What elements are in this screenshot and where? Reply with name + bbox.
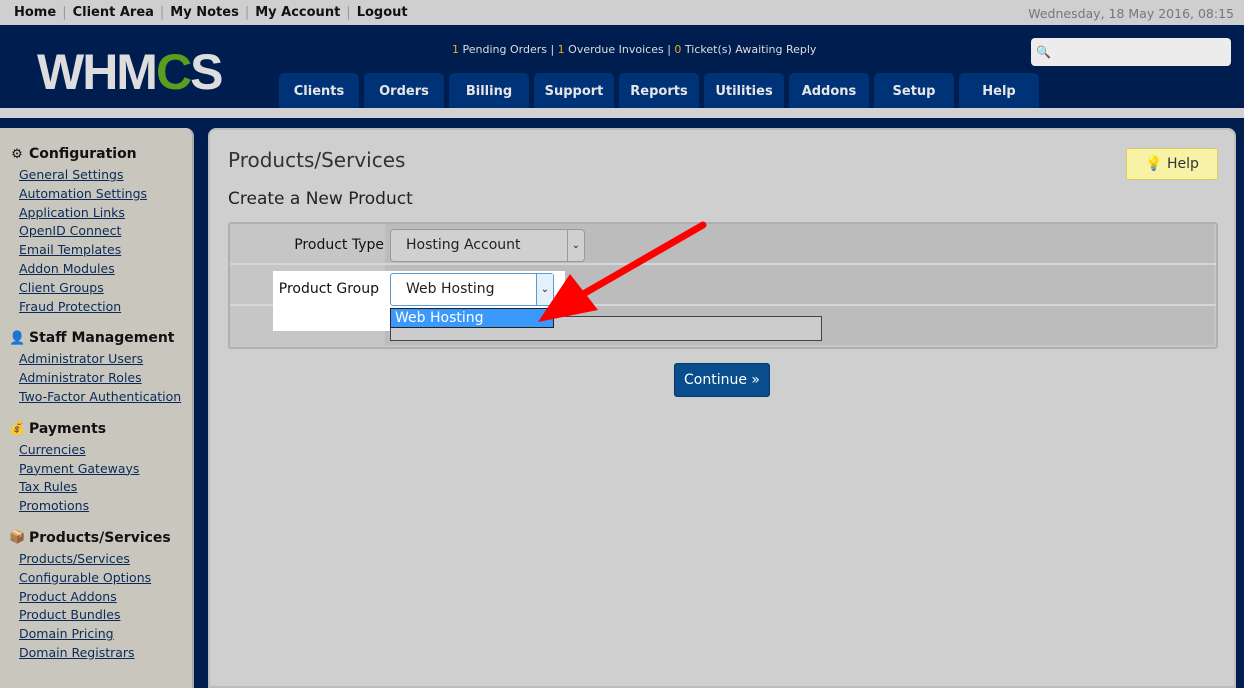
section-icon: 💰 bbox=[9, 421, 26, 437]
sidebar-link[interactable]: Products/Services bbox=[19, 550, 192, 569]
chevron-down-icon: ⌄ bbox=[567, 230, 584, 261]
sidebar-link[interactable]: Addon Modules bbox=[19, 260, 192, 279]
logo[interactable]: WHMCS bbox=[37, 43, 223, 101]
section-icon: 👤 bbox=[9, 330, 26, 346]
product-type-select[interactable]: Hosting Account ⌄ bbox=[390, 229, 585, 262]
sidebar-link[interactable]: Promotions bbox=[19, 497, 192, 516]
header-divider bbox=[0, 108, 1244, 118]
sidebar-link[interactable]: Administrator Users bbox=[19, 350, 192, 369]
create-product-form: Product Type Product Name Product Group … bbox=[228, 222, 1218, 349]
sidebar-link[interactable]: Currencies bbox=[19, 441, 192, 460]
help-button[interactable]: 💡 Help bbox=[1126, 148, 1218, 180]
main-panel: Products/Services 💡 Help Create a New Pr… bbox=[208, 128, 1236, 688]
sidebar-section: 💰 Payments Currencies Payment Gateways Tax R… bbox=[9, 421, 192, 516]
nav-logout[interactable]: Logout bbox=[357, 5, 408, 20]
tickets-count[interactable]: 0 bbox=[674, 43, 681, 56]
sidebar-heading: ⚙ Configuration bbox=[9, 146, 192, 162]
sidebar-link[interactable]: Fraud Protection bbox=[19, 298, 192, 317]
dropdown-option-web-hosting[interactable]: Web Hosting bbox=[390, 308, 554, 328]
sidebar-section: ⚙ Configuration General Settings Automation… bbox=[9, 146, 192, 316]
tab-clients[interactable]: Clients bbox=[279, 73, 359, 108]
top-nav: Home | Client Area | My Notes | My Account |… bbox=[0, 0, 1244, 25]
sidebar-heading-label: Products/Services bbox=[29, 529, 171, 546]
chevron-down-icon: ⌄ bbox=[536, 274, 553, 305]
sidebar-link[interactable]: Product Addons bbox=[19, 588, 192, 607]
sidebar-link[interactable]: Configurable Options bbox=[19, 569, 192, 588]
pending-orders-link[interactable]: Pending Orders bbox=[463, 43, 547, 56]
sidebar-link[interactable]: Email Templates bbox=[19, 241, 192, 260]
nav-my-notes[interactable]: My Notes bbox=[170, 5, 239, 20]
product-group-label: Product Group bbox=[278, 281, 379, 297]
tab-billing[interactable]: Billing bbox=[449, 73, 529, 108]
sidebar-link[interactable]: Application Links bbox=[19, 204, 192, 223]
tab-reports[interactable]: Reports bbox=[619, 73, 699, 108]
sidebar-link[interactable]: Domain Registrars bbox=[19, 644, 192, 663]
sidebar-link[interactable]: Payment Gateways bbox=[19, 460, 192, 479]
sidebar-link[interactable]: Domain Pricing bbox=[19, 625, 192, 644]
sidebar-link[interactable]: Client Groups bbox=[19, 279, 192, 298]
sidebar-link[interactable]: Automation Settings bbox=[19, 185, 192, 204]
continue-button[interactable]: Continue » bbox=[674, 363, 770, 397]
sidebar-link[interactable]: Administrator Roles bbox=[19, 369, 192, 388]
sidebar-section: 👤 Staff Management Administrator Users Admi… bbox=[9, 330, 192, 406]
search-input[interactable]: 🔍 bbox=[1031, 38, 1231, 66]
tab-support[interactable]: Support bbox=[534, 73, 614, 108]
pending-count[interactable]: 1 bbox=[452, 43, 459, 56]
overdue-count[interactable]: 1 bbox=[558, 43, 565, 56]
section-title: Create a New Product bbox=[228, 189, 413, 209]
alerts: 1 Pending Orders | 1 Overdue Invoices | … bbox=[452, 43, 817, 56]
sidebar: ⚙ Configuration General Settings Automation… bbox=[0, 128, 194, 688]
section-icon: ⚙ bbox=[11, 146, 23, 162]
sidebar-heading: 👤 Staff Management bbox=[9, 330, 192, 346]
sidebar-link[interactable]: Tax Rules bbox=[19, 478, 192, 497]
nav-client-area[interactable]: Client Area bbox=[73, 5, 154, 20]
sidebar-link[interactable]: Two-Factor Authentication bbox=[19, 388, 192, 407]
sidebar-heading-label: Configuration bbox=[29, 146, 137, 162]
nav-my-account[interactable]: My Account bbox=[255, 5, 340, 20]
product-type-value: Hosting Account bbox=[406, 237, 521, 253]
page-title: Products/Services bbox=[228, 148, 406, 172]
product-group-select[interactable]: Web Hosting ⌄ bbox=[390, 273, 554, 306]
overdue-invoices-link[interactable]: Overdue Invoices bbox=[568, 43, 664, 56]
tickets-link[interactable]: Ticket(s) Awaiting Reply bbox=[685, 43, 817, 56]
section-icon: 📦 bbox=[9, 530, 26, 546]
header: WHMCS 1 Pending Orders | 1 Overdue Invoi… bbox=[0, 25, 1244, 108]
sidebar-heading: 💰 Payments bbox=[9, 421, 192, 437]
separator: | bbox=[346, 5, 351, 20]
tab-utilities[interactable]: Utilities bbox=[704, 73, 784, 108]
sidebar-heading: 📦 Products/Services bbox=[9, 530, 192, 546]
search-icon: 🔍 bbox=[1036, 45, 1051, 59]
tab-setup[interactable]: Setup bbox=[874, 73, 954, 108]
form-row: Product Type bbox=[230, 224, 1216, 265]
sidebar-heading-label: Staff Management bbox=[29, 330, 175, 347]
date-display: Wednesday, 18 May 2016, 08:15 bbox=[1028, 6, 1234, 21]
sidebar-link[interactable]: Product Bundles bbox=[19, 606, 192, 625]
sidebar-link[interactable]: General Settings bbox=[19, 166, 192, 185]
main-tabs: Clients Orders Billing Support Reports U… bbox=[279, 73, 1039, 108]
tab-help[interactable]: Help bbox=[959, 73, 1039, 108]
product-group-value: Web Hosting bbox=[406, 281, 495, 297]
separator: | bbox=[159, 5, 165, 20]
sidebar-heading-label: Payments bbox=[29, 420, 107, 437]
help-label: Help bbox=[1166, 156, 1199, 172]
product-type-label: Product Type bbox=[294, 237, 384, 253]
tab-addons[interactable]: Addons bbox=[789, 73, 869, 108]
nav-home[interactable]: Home bbox=[14, 5, 56, 20]
lightbulb-icon: 💡 bbox=[1145, 156, 1163, 172]
tab-orders[interactable]: Orders bbox=[364, 73, 444, 108]
separator: | bbox=[244, 5, 250, 20]
separator: | bbox=[62, 5, 67, 20]
sidebar-link[interactable]: OpenID Connect bbox=[19, 222, 192, 241]
sidebar-section: 📦 Products/Services Products/Services Confi… bbox=[9, 530, 192, 663]
